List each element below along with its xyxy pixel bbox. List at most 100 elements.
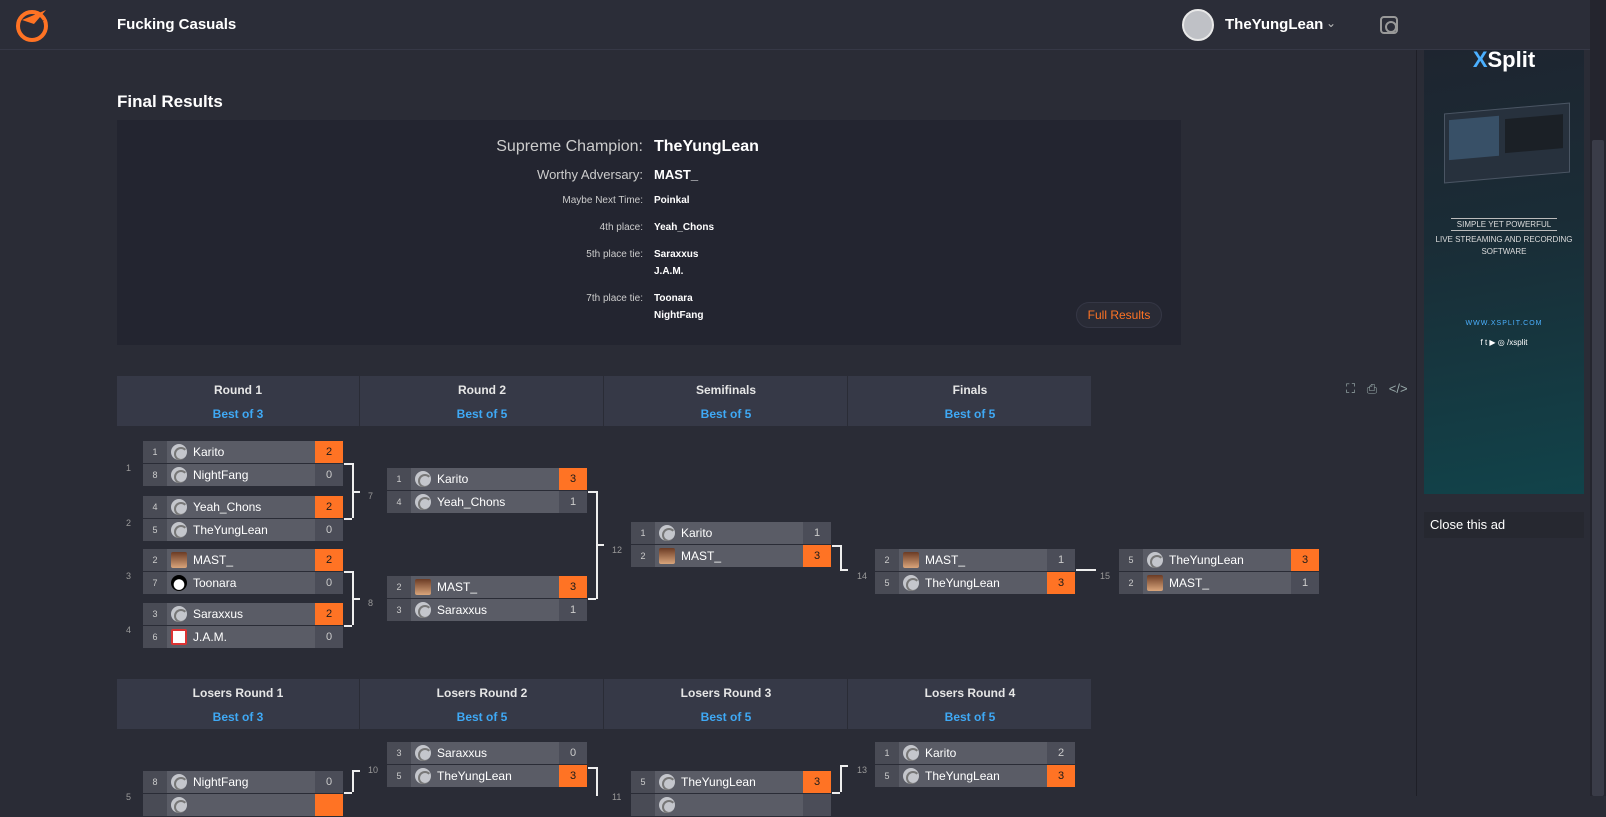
best-of-link[interactable]: Best of 5	[849, 710, 1091, 724]
seed-number: 8	[143, 464, 167, 486]
match-player-row[interactable]: 1 Karito 1	[631, 522, 831, 544]
match-player-row[interactable]: 5 TheYungLean 3	[387, 765, 587, 787]
bracket-connector	[1076, 569, 1096, 571]
match[interactable]: 1 Karito 1 2 MAST_ 3	[631, 522, 831, 568]
match-player-row[interactable]: 5 TheYungLean 3	[1119, 549, 1319, 571]
match-player-row[interactable]: 6 J.A.M. 0	[143, 626, 343, 648]
player-name: Karito	[437, 472, 469, 486]
best-of-link[interactable]: Best of 5	[605, 407, 847, 421]
match-player-row[interactable]: 5 TheYungLean 0	[143, 519, 343, 541]
player-name: MAST_	[1169, 576, 1210, 590]
match-player-row[interactable]	[143, 794, 343, 816]
seed-number: 5	[631, 771, 655, 793]
username[interactable]: TheYungLean	[1225, 16, 1323, 33]
match[interactable]: 3 Saraxxus 0 5 TheYungLean 3	[387, 742, 587, 788]
top-bar: Fucking Casuals TheYungLean ⌄	[0, 0, 1590, 50]
match-player-row[interactable]: 2 MAST_ 3	[387, 576, 587, 598]
settings-icon[interactable]	[1380, 16, 1398, 34]
player-avatar	[171, 552, 187, 568]
match-player-row[interactable]: 2 MAST_ 1	[1119, 572, 1319, 594]
result-name[interactable]: Saraxxus	[654, 249, 698, 260]
player-score: 3	[1291, 549, 1319, 571]
print-icon[interactable]: ⎙	[1367, 381, 1377, 397]
user-avatar[interactable]	[1182, 9, 1214, 41]
ad-logo: XSplit	[1472, 50, 1536, 72]
match-player-row[interactable]: 2 MAST_ 3	[631, 545, 831, 567]
match-player-row[interactable]: 3 Saraxxus 2	[143, 603, 343, 625]
match[interactable]: 5 TheYungLean 3 2 MAST_ 1	[1119, 549, 1319, 595]
losers-round-headers: Losers Round 1 Best of 3 Losers Round 2 Be…	[117, 679, 1092, 729]
player-avatar	[659, 525, 675, 541]
match-number: 5	[126, 792, 132, 802]
bracket-connector	[832, 792, 840, 794]
match-player-row[interactable]: 5 TheYungLean 3	[875, 572, 1075, 594]
embed-code-icon[interactable]: </>	[1389, 381, 1408, 396]
bracket-connector	[344, 625, 352, 627]
match-player-row[interactable]: 8 NightFang 0	[143, 771, 343, 793]
seed-number: 2	[143, 549, 167, 571]
match[interactable]: 8 NightFang 0	[143, 771, 343, 817]
player-score: 3	[1047, 572, 1075, 594]
match-player-row[interactable]: 4 Yeah_Chons 2	[143, 496, 343, 518]
match[interactable]: 2 MAST_ 1 5 TheYungLean 3	[875, 549, 1075, 595]
match-player-row[interactable]: 3 Saraxxus 0	[387, 742, 587, 764]
tournament-title[interactable]: Fucking Casuals	[117, 16, 236, 33]
player-name: NightFang	[193, 468, 249, 482]
round-header: Losers Round 1 Best of 3	[117, 679, 360, 729]
player-name: Yeah_Chons	[437, 495, 506, 509]
match[interactable]: 4 Yeah_Chons 2 5 TheYungLean 0	[143, 496, 343, 542]
match-player-row[interactable]: 1 Karito 2	[875, 742, 1075, 764]
match-player-row[interactable]: 3 Saraxxus 1	[387, 599, 587, 621]
best-of-link[interactable]: Best of 5	[361, 710, 603, 724]
challonge-logo-icon[interactable]	[14, 6, 50, 44]
match-player-row[interactable]: 7 Toonara 0	[143, 572, 343, 594]
match-player-row[interactable]: 1 Karito 3	[387, 468, 587, 490]
scrollbar-thumb[interactable]	[1592, 140, 1604, 796]
match-number: 3	[126, 571, 132, 581]
result-name[interactable]: Toonara	[654, 293, 693, 304]
result-name[interactable]: Yeah_Chons	[654, 222, 714, 233]
match-player-row[interactable]: 2 MAST_ 2	[143, 549, 343, 571]
match[interactable]: 1 Karito 2 8 NightFang 0	[143, 441, 343, 487]
match-player-row[interactable]: 5 TheYungLean 3	[875, 765, 1075, 787]
player-score: 1	[803, 522, 831, 544]
match-player-row[interactable]	[631, 794, 831, 816]
result-name[interactable]: MAST_	[654, 167, 698, 182]
result-name[interactable]: NightFang	[654, 310, 703, 321]
bracket-connector	[832, 545, 840, 547]
best-of-link[interactable]: Best of 3	[117, 407, 359, 421]
result-name[interactable]: J.A.M.	[654, 266, 683, 277]
player-name: TheYungLean	[1169, 553, 1244, 567]
best-of-link[interactable]: Best of 3	[117, 710, 359, 724]
match-number: 15	[1100, 571, 1111, 581]
best-of-link[interactable]: Best of 5	[605, 710, 847, 724]
fullscreen-icon[interactable]: ⛶	[1346, 381, 1355, 397]
player-avatar	[1147, 575, 1163, 591]
player-avatar	[903, 552, 919, 568]
bracket-connector	[588, 767, 596, 769]
match[interactable]: 3 Saraxxus 2 6 J.A.M. 0	[143, 603, 343, 649]
match[interactable]: 1 Karito 2 5 TheYungLean 3	[875, 742, 1075, 788]
player-avatar	[415, 602, 431, 618]
match[interactable]: 5 TheYungLean 3	[631, 771, 831, 817]
close-ad-button[interactable]: Close this ad	[1424, 512, 1584, 538]
match-player-row[interactable]: 5 TheYungLean 3	[631, 771, 831, 793]
ad-banner[interactable]: XSplit SIMPLE YET POWERFUL LIVE STREAMIN…	[1424, 50, 1584, 494]
match-player-row[interactable]: 4 Yeah_Chons 1	[387, 491, 587, 513]
round-header: Semifinals Best of 5	[605, 376, 848, 426]
chevron-down-icon[interactable]: ⌄	[1326, 16, 1336, 30]
best-of-link[interactable]: Best of 5	[849, 407, 1091, 421]
match[interactable]: 1 Karito 3 4 Yeah_Chons 1	[387, 468, 587, 514]
match-player-row[interactable]: 8 NightFang 0	[143, 464, 343, 486]
seed-number: 3	[387, 599, 411, 621]
match-player-row[interactable]: 2 MAST_ 1	[875, 549, 1075, 571]
match[interactable]: 2 MAST_ 3 3 Saraxxus 1	[387, 576, 587, 622]
match[interactable]: 2 MAST_ 2 7 Toonara 0	[143, 549, 343, 595]
full-results-button[interactable]: Full Results	[1076, 302, 1162, 328]
best-of-link[interactable]: Best of 5	[361, 407, 603, 421]
player-avatar	[171, 629, 187, 645]
match-player-row[interactable]: 1 Karito 2	[143, 441, 343, 463]
result-name[interactable]: Poinkal	[654, 195, 690, 206]
sidebar-divider	[1416, 50, 1417, 796]
result-name[interactable]: TheYungLean	[654, 138, 759, 156]
